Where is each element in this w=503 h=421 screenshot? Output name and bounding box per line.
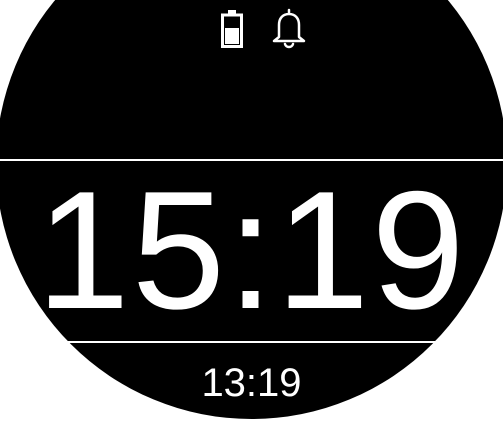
watch-screen: 15:19 13:19 bbox=[0, 0, 503, 421]
status-bar bbox=[0, 0, 503, 54]
bottom-divider bbox=[0, 341, 503, 343]
battery-icon bbox=[221, 10, 243, 48]
secondary-time: 13:19 bbox=[201, 361, 302, 405]
bell-icon bbox=[272, 8, 306, 49]
main-time: 15:19 bbox=[36, 156, 467, 344]
